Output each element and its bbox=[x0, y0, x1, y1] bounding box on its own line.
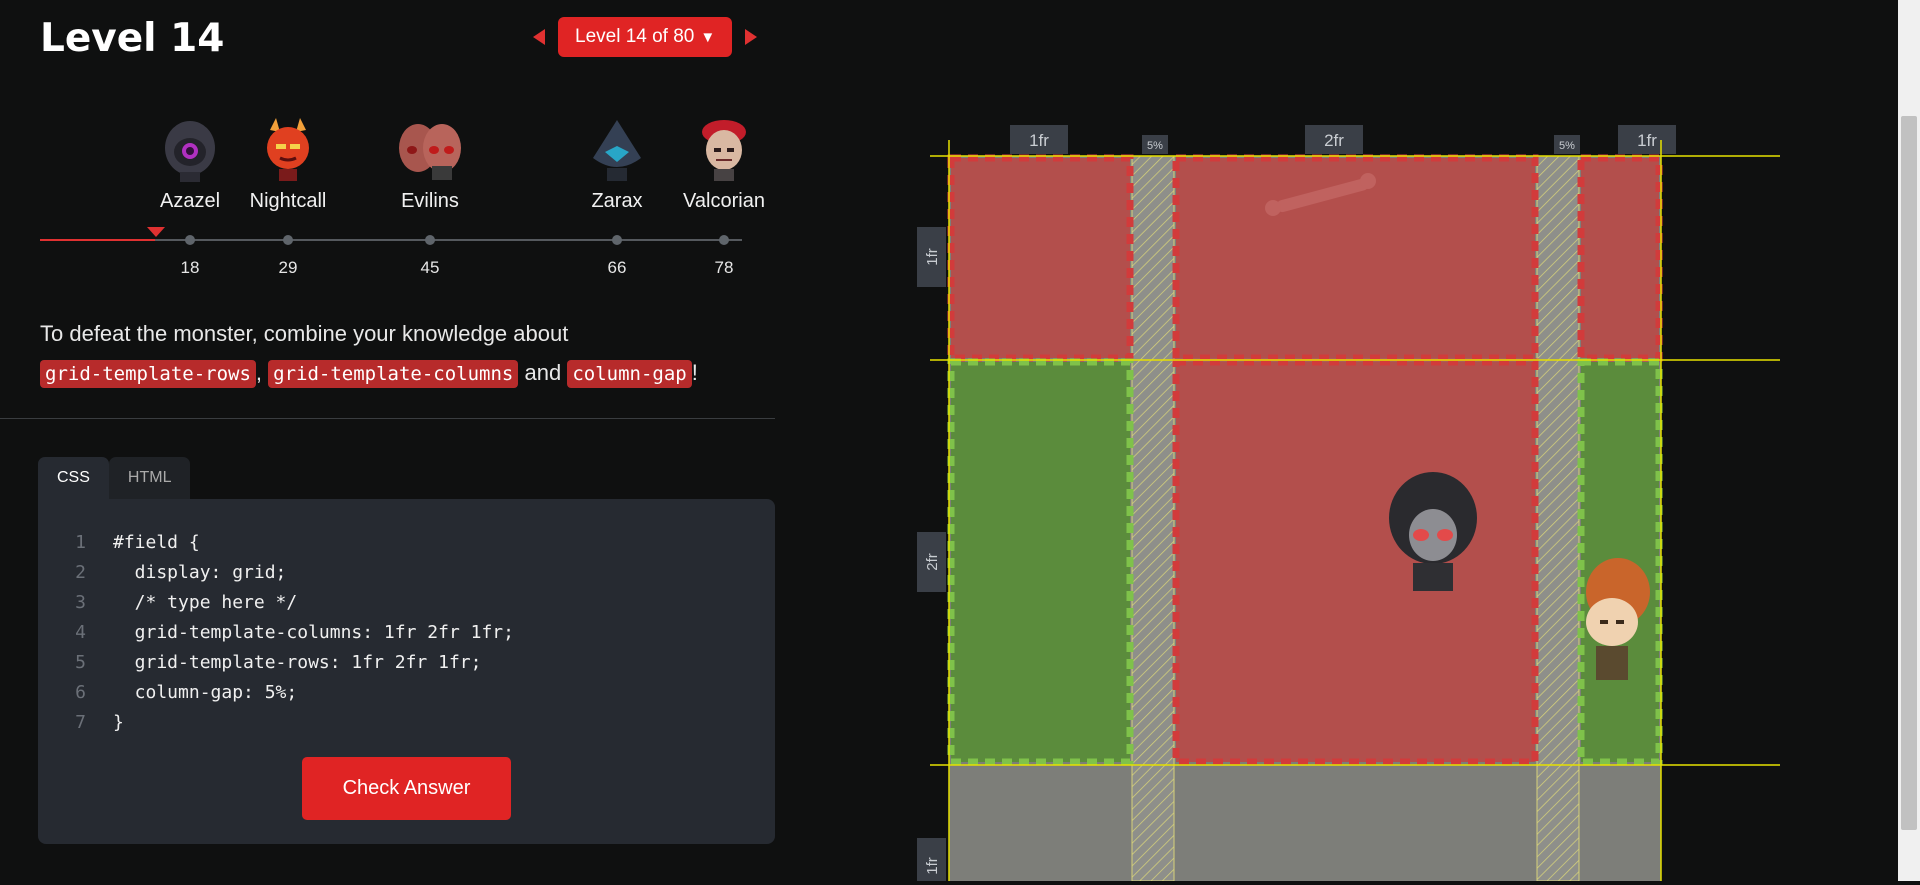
column-label-gap-1: 5% bbox=[1142, 135, 1168, 154]
cell-r1-c1 bbox=[947, 154, 1134, 362]
code-line: 2 display: grid; bbox=[38, 558, 286, 588]
monster-zarax: Zarax bbox=[557, 110, 677, 213]
monster-level: 78 bbox=[714, 258, 734, 277]
evilins-avatar-icon bbox=[390, 118, 470, 182]
column-label-text: 1fr bbox=[1637, 131, 1657, 150]
separator: , bbox=[255, 360, 263, 385]
cell-r1-c3 bbox=[1577, 154, 1663, 362]
level-selector-button[interactable]: Level 14 of 80 ▼ bbox=[558, 17, 733, 57]
timeline-dot bbox=[185, 235, 195, 245]
column-gap-1 bbox=[1131, 155, 1175, 882]
property-tag: grid-template-columns bbox=[268, 360, 519, 388]
monster-evilins: Evilins bbox=[370, 110, 490, 213]
line-number: 4 bbox=[75, 622, 86, 643]
azazel-avatar-icon bbox=[162, 118, 218, 182]
timeline-dot bbox=[425, 235, 435, 245]
code-line: 4 grid-template-columns: 1fr 2fr 1fr; bbox=[38, 618, 514, 648]
monster-level: 45 bbox=[420, 258, 440, 277]
code-text[interactable]: grid-template-rows: 1fr 2fr 1fr; bbox=[113, 652, 482, 673]
code-line: 6 column-gap: 5%; bbox=[38, 678, 297, 708]
column-label-text: 1fr bbox=[1029, 131, 1049, 150]
cell-r2-c1 bbox=[947, 358, 1134, 766]
row-label-text: 1fr bbox=[924, 248, 941, 266]
code-text[interactable]: #field { bbox=[113, 532, 200, 553]
code-line: 3 /* type here */ bbox=[38, 588, 297, 618]
row-label-2: 2fr bbox=[917, 532, 946, 592]
valcorian-avatar-icon bbox=[696, 118, 752, 182]
divider bbox=[0, 418, 775, 419]
separator: ! bbox=[691, 360, 698, 385]
monster-level: 66 bbox=[607, 258, 627, 277]
level-navigation: Level 14 of 80 ▼ bbox=[533, 17, 758, 57]
timeline-dot bbox=[612, 235, 622, 245]
separator: and bbox=[524, 360, 562, 385]
cell-r2-c2 bbox=[1172, 358, 1539, 766]
code-text[interactable]: column-gap: 5%; bbox=[113, 682, 298, 703]
tab-html[interactable]: HTML bbox=[108, 457, 191, 499]
nightcall-avatar-icon bbox=[260, 118, 316, 182]
line-number: 1 bbox=[75, 532, 86, 553]
editor-tabs: CSS HTML bbox=[38, 457, 191, 499]
tab-css[interactable]: CSS bbox=[38, 457, 109, 499]
left-panel: Level 14 Level 14 of 80 ▼ Azazel Nightca… bbox=[0, 0, 776, 881]
column-label-1: 1fr bbox=[1010, 125, 1068, 154]
line-number: 7 bbox=[75, 712, 86, 733]
column-label-gap-2: 5% bbox=[1554, 135, 1580, 154]
column-gap-2 bbox=[1536, 155, 1580, 882]
row-label-3: 1fr bbox=[917, 838, 946, 881]
timeline-progress bbox=[40, 239, 155, 241]
monster-name: Nightcall bbox=[249, 190, 327, 212]
level-selector-label: Level 14 of 80 bbox=[575, 26, 695, 47]
monster-nightcall: Nightcall bbox=[228, 110, 348, 213]
check-answer-button[interactable]: Check Answer bbox=[302, 757, 511, 820]
row-label-text: 2fr bbox=[924, 553, 941, 571]
column-label-3: 1fr bbox=[1618, 125, 1676, 154]
code-line: 5 grid-template-rows: 1fr 2fr 1fr; bbox=[38, 648, 481, 678]
timeline-dot bbox=[283, 235, 293, 245]
column-label-text: 2fr bbox=[1324, 131, 1344, 150]
column-label-text: 5% bbox=[1147, 140, 1163, 152]
zarax-avatar-icon bbox=[589, 118, 645, 182]
line-number: 6 bbox=[75, 682, 86, 703]
instructions: To defeat the monster, combine your know… bbox=[40, 314, 760, 394]
property-tag: grid-template-rows bbox=[40, 360, 256, 388]
row-label-1: 1fr bbox=[917, 227, 946, 287]
monster-name: Valcorian bbox=[683, 190, 765, 212]
page-scrollbar[interactable] bbox=[1898, 0, 1920, 881]
next-level-arrow-icon[interactable] bbox=[745, 29, 758, 45]
property-tag: column-gap bbox=[567, 360, 692, 388]
monster-name: Evilins bbox=[401, 190, 459, 212]
monster-level: 29 bbox=[278, 258, 298, 277]
code-line: 1 #field { bbox=[38, 528, 200, 558]
code-text[interactable]: display: grid; bbox=[113, 562, 287, 583]
previous-level-arrow-icon[interactable] bbox=[533, 29, 545, 45]
column-label-text: 5% bbox=[1559, 140, 1575, 152]
code-line: 7} bbox=[38, 708, 124, 738]
chevron-down-icon: ▼ bbox=[700, 29, 716, 46]
game-field-panel: 1fr 5% 2fr 5% 1fr 1fr 2fr 1fr bbox=[900, 0, 1900, 882]
monster-name: Zarax bbox=[591, 190, 643, 212]
current-level-marker-icon bbox=[147, 227, 165, 237]
code-editor[interactable]: 1 #field { 2 display: grid; 3 /* type her… bbox=[38, 499, 775, 844]
monster-timeline: Azazel Nightcall Evilins Zarax Valcorian… bbox=[40, 110, 765, 285]
monster-valcorian: Valcorian bbox=[664, 110, 784, 213]
line-number: 2 bbox=[75, 562, 86, 583]
game-field: 1fr 5% 2fr 5% 1fr 1fr 2fr 1fr bbox=[917, 125, 1780, 882]
code-text[interactable]: } bbox=[113, 712, 124, 733]
column-label-2: 2fr bbox=[1305, 125, 1363, 154]
line-number: 3 bbox=[75, 592, 86, 613]
monster-level: 18 bbox=[180, 258, 200, 277]
code-text[interactable]: grid-template-columns: 1fr 2fr 1fr; bbox=[113, 622, 514, 643]
line-number: 5 bbox=[75, 652, 86, 673]
scrollbar-thumb[interactable] bbox=[1901, 116, 1917, 830]
row-label-text: 1fr bbox=[924, 857, 941, 875]
page-title: Level 14 bbox=[40, 16, 225, 61]
code-text[interactable]: /* type here */ bbox=[113, 592, 298, 613]
instructions-text: To defeat the monster, combine your know… bbox=[40, 321, 569, 346]
timeline-dot bbox=[719, 235, 729, 245]
